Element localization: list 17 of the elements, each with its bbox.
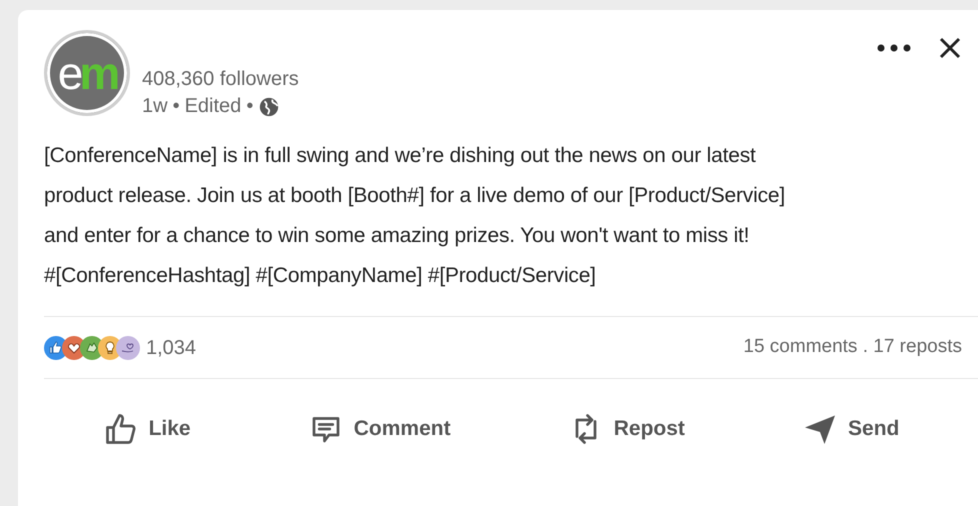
- separator-dot: •: [246, 94, 254, 119]
- follower-count: 408,360 followers: [142, 67, 299, 92]
- globe-icon: [258, 96, 280, 118]
- more-options-icon[interactable]: [876, 43, 912, 53]
- post-text: [ConferenceName] is in full swing and we’re dishing out the news on our latest product release. Join us at booth [Booth#] for a live demo of our [Product/Service] and enter for a chance to win some amazing prizes. You won't want to miss it! #[ConferenceHashtag] #[CompanyName] #[Product/Service]: [44, 143, 786, 289]
- comment-button[interactable]: Comment: [300, 404, 459, 452]
- like-button[interactable]: Like: [94, 404, 199, 452]
- logo-letter: e: [58, 50, 80, 96]
- logo-letter: m: [79, 50, 116, 96]
- post-age: 1w: [142, 94, 168, 119]
- reaction-count[interactable]: 1,034: [146, 332, 196, 362]
- repost-button[interactable]: Repost: [560, 404, 693, 452]
- send-button[interactable]: Send: [794, 404, 908, 452]
- comments-reposts-count[interactable]: 15 comments . 17 reposts: [743, 333, 962, 362]
- close-icon[interactable]: [938, 36, 962, 60]
- edited-label: Edited: [184, 94, 242, 119]
- separator-dot: •: [172, 94, 180, 119]
